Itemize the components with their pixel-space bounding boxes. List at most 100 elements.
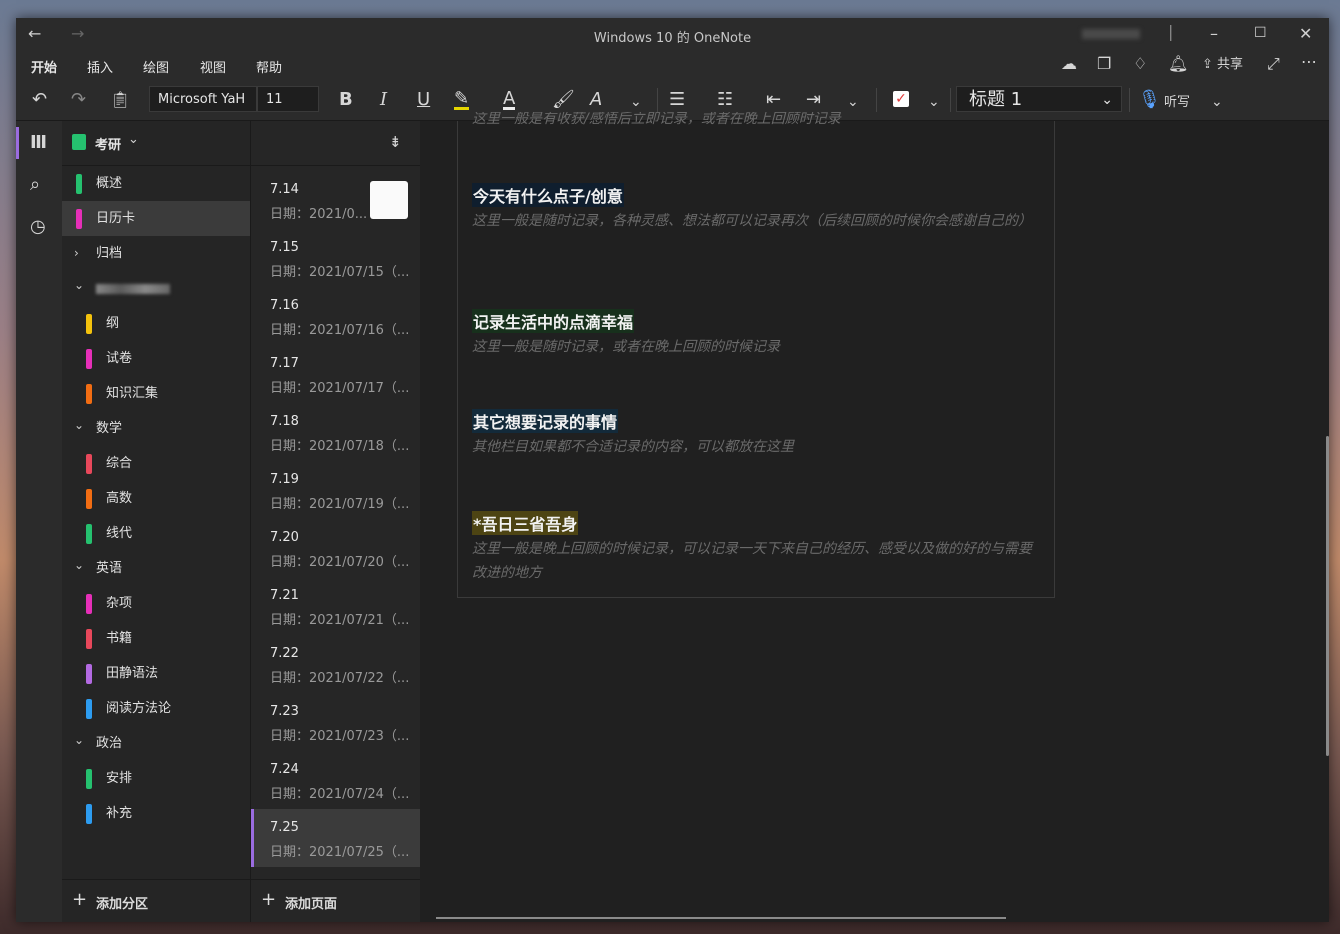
- note-heading[interactable]: *吾日三省吾身: [472, 511, 579, 535]
- section-item[interactable]: 书籍: [62, 621, 250, 656]
- more-format-chevron-icon[interactable]: ⌄: [630, 92, 642, 112]
- chevron-down-icon[interactable]: ⌄: [74, 548, 84, 583]
- share-button[interactable]: ⇪ 共享: [1202, 55, 1243, 75]
- add-page-button[interactable]: + 添加页面: [251, 879, 421, 922]
- section-item[interactable]: ⌄: [62, 271, 250, 306]
- page-item[interactable]: 7.25 日期：2021/07/25（...: [251, 809, 421, 867]
- text-style-icon[interactable]: A: [590, 90, 602, 110]
- format-painter-icon[interactable]: 🖌︎: [552, 90, 575, 110]
- tab-view[interactable]: 视图: [200, 57, 226, 76]
- section-item[interactable]: 杂项: [62, 586, 250, 621]
- note-text[interactable]: 其他栏目如果都不合适记录的内容，可以都放在这里: [472, 435, 1042, 459]
- page-item[interactable]: 7.16 日期：2021/07/16（...: [251, 287, 421, 345]
- tag-chevron-icon[interactable]: ⌄: [928, 92, 940, 112]
- section-item[interactable]: ⌄ 政治: [62, 726, 250, 761]
- font-color-icon[interactable]: A: [503, 90, 516, 110]
- tab-draw[interactable]: 绘图: [143, 57, 169, 76]
- section-item[interactable]: 田静语法: [62, 656, 250, 691]
- chevron-right-icon[interactable]: ›: [74, 236, 79, 271]
- note-heading[interactable]: 今天有什么点子/创意: [472, 183, 624, 207]
- pages-pane: ⇟ 7.14 日期：2021/0... 7.15 日期：2021/07/15（... 7…: [250, 121, 421, 922]
- tab-help[interactable]: 帮助: [256, 57, 282, 76]
- note-text[interactable]: 这里一般是晚上回顾的时候记录，可以记录一天下来自己的经历、感受以及做的好的与需要…: [472, 537, 1042, 585]
- page-item[interactable]: 7.23 日期：2021/07/23（...: [251, 693, 421, 751]
- numbered-list-icon[interactable]: ☷: [717, 90, 733, 110]
- sort-icon[interactable]: ⇟: [389, 132, 402, 152]
- notebooks-icon[interactable]: Ⅲ: [30, 133, 47, 153]
- fullscreen-icon[interactable]: ⤢: [1267, 54, 1280, 74]
- page-item[interactable]: 7.21 日期：2021/07/21（...: [251, 577, 421, 635]
- account-name-blurred[interactable]: [1082, 29, 1140, 39]
- bold-icon[interactable]: B: [339, 90, 353, 110]
- outdent-icon[interactable]: ⇤: [766, 90, 781, 110]
- chevron-down-icon: ⌄: [128, 132, 139, 147]
- more-list-chevron-icon[interactable]: ⌄: [847, 92, 859, 112]
- font-family-field[interactable]: Microsoft YaH: [149, 86, 257, 112]
- note-text[interactable]: 这里一般是随时记录，各种灵感、想法都可以记录再次（后续回顾的时候你会感谢自己的）: [472, 209, 1042, 233]
- bell-icon[interactable]: 🔔︎: [1168, 54, 1188, 74]
- page-item[interactable]: 7.19 日期：2021/07/19（...: [251, 461, 421, 519]
- microphone-icon[interactable]: 🎙︎: [1138, 90, 1161, 110]
- add-section-button[interactable]: + 添加分区: [62, 879, 250, 922]
- note-heading[interactable]: 其它想要记录的事情: [472, 409, 619, 433]
- section-item[interactable]: 纲: [62, 306, 250, 341]
- section-item[interactable]: ⌄ 数学: [62, 411, 250, 446]
- highlight-icon[interactable]: ✎: [454, 90, 470, 110]
- style-dropdown[interactable]: 标题 1 ⌄: [956, 86, 1122, 112]
- tab-insert[interactable]: 插入: [87, 57, 113, 76]
- indent-icon[interactable]: ⇥: [806, 90, 821, 110]
- recent-clock-icon[interactable]: ◷: [30, 217, 46, 237]
- section-item[interactable]: 概述: [62, 166, 250, 201]
- undo-icon[interactable]: ↶: [32, 90, 47, 110]
- page-item[interactable]: 7.18 日期：2021/07/18（...: [251, 403, 421, 461]
- search-icon[interactable]: ⌕: [30, 175, 40, 195]
- page-title: 7.14: [270, 182, 299, 197]
- note-text[interactable]: 这里一般是有收获/感悟后立即记录，或者在晚上回顾时记录: [472, 112, 1042, 128]
- page-item[interactable]: 7.15 日期：2021/07/15（...: [251, 229, 421, 287]
- page-item[interactable]: 7.14 日期：2021/0...: [251, 171, 421, 229]
- chevron-down-icon[interactable]: ⌄: [74, 723, 84, 758]
- note-heading[interactable]: 记录生活中的点滴幸福: [472, 309, 635, 333]
- section-item[interactable]: › 归档: [62, 236, 250, 271]
- italic-icon[interactable]: I: [380, 90, 387, 110]
- underline-icon[interactable]: U: [417, 90, 430, 110]
- pages-icon[interactable]: ❐: [1097, 54, 1111, 74]
- section-item[interactable]: ⌄ 英语: [62, 551, 250, 586]
- note-container[interactable]: 这里一般是有收获/感悟后立即记录，或者在晚上回顾时记录 今天有什么点子/创意 这里…: [457, 112, 1055, 598]
- section-item[interactable]: 知识汇集: [62, 376, 250, 411]
- more-icon[interactable]: ⋯: [1301, 52, 1317, 72]
- clipboard-icon[interactable]: 📋︎: [110, 90, 130, 110]
- chevron-down-icon[interactable]: ⌄: [74, 268, 84, 303]
- section-item[interactable]: 日历卡: [62, 201, 250, 236]
- lightbulb-icon[interactable]: ♢: [1133, 54, 1147, 74]
- todo-checkbox-icon[interactable]: ✓: [893, 91, 909, 107]
- section-item[interactable]: 安排: [62, 761, 250, 796]
- horizontal-scrollbar[interactable]: [436, 917, 1006, 919]
- dictate-chevron-icon[interactable]: ⌄: [1211, 92, 1223, 112]
- chevron-down-icon[interactable]: ⌄: [74, 408, 84, 443]
- maximize-icon[interactable]: ☐: [1254, 25, 1267, 41]
- page-canvas[interactable]: 这里一般是有收获/感悟后立即记录，或者在晚上回顾时记录 今天有什么点子/创意 这里…: [420, 112, 1329, 922]
- section-item[interactable]: 试卷: [62, 341, 250, 376]
- bullet-list-icon[interactable]: ☰: [669, 90, 685, 110]
- page-item[interactable]: 7.24 日期：2021/07/24（...: [251, 751, 421, 809]
- dictate-label[interactable]: 听写: [1164, 93, 1190, 113]
- page-item[interactable]: 7.20 日期：2021/07/20（...: [251, 519, 421, 577]
- page-item[interactable]: 7.22 日期：2021/07/22（...: [251, 635, 421, 693]
- sync-icon[interactable]: ☁: [1061, 54, 1077, 74]
- note-text[interactable]: 这里一般是随时记录，或者在晚上回顾的时候记录: [472, 335, 1042, 359]
- section-item[interactable]: 线代: [62, 516, 250, 551]
- font-size-field[interactable]: 11: [257, 86, 319, 112]
- section-item[interactable]: 高数: [62, 481, 250, 516]
- nav-rail: Ⅲ ⌕ ◷: [16, 121, 62, 922]
- tab-home[interactable]: 开始: [31, 57, 58, 82]
- notebook-header[interactable]: 考研 ⌄: [62, 121, 250, 166]
- section-item[interactable]: 阅读方法论: [62, 691, 250, 726]
- section-item[interactable]: 补充: [62, 796, 250, 831]
- vertical-scrollbar[interactable]: [1326, 436, 1329, 756]
- redo-icon[interactable]: ↷: [71, 90, 86, 110]
- minimize-icon[interactable]: –: [1210, 24, 1218, 43]
- section-item[interactable]: 综合: [62, 446, 250, 481]
- page-item[interactable]: 7.17 日期：2021/07/17（...: [251, 345, 421, 403]
- close-icon[interactable]: ✕: [1299, 24, 1312, 43]
